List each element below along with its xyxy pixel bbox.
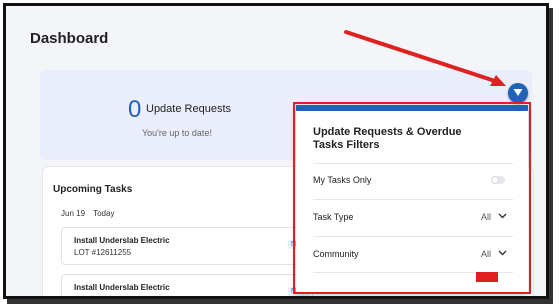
panel-accent-bar	[296, 105, 528, 111]
task-type-value: All	[480, 212, 491, 222]
task-type-label: Task Type	[313, 212, 354, 222]
chevron-down-icon	[498, 250, 507, 256]
screenshot-frame: Dashboard 0 Update Requests You're up to…	[3, 3, 549, 299]
divider	[313, 199, 513, 200]
task-lot: LOT #12611255	[74, 248, 132, 257]
task-row[interactable]: Install Underslab Electric Need	[61, 274, 313, 296]
annotation-mark	[476, 272, 498, 282]
my-tasks-only-label: My Tasks Only	[313, 175, 372, 185]
filter-icon	[513, 89, 523, 96]
update-requests-status: You're up to date!	[142, 128, 212, 138]
task-name: Install Underslab Electric	[74, 283, 170, 292]
filter-button[interactable]	[508, 83, 528, 103]
community-filter[interactable]: Community All	[313, 245, 513, 265]
my-tasks-only-toggle[interactable]	[491, 176, 505, 184]
task-name: Install Underslab Electric	[74, 236, 170, 245]
filters-panel-title: Update Requests & Overdue Tasks Filters	[313, 126, 462, 151]
chevron-down-icon	[498, 213, 507, 219]
community-label: Community	[313, 249, 359, 259]
filters-panel: Update Requests & Overdue Tasks Filters …	[296, 105, 528, 294]
my-tasks-only-toggle-row[interactable]: My Tasks Only	[313, 171, 513, 191]
upcoming-tasks-title: Upcoming Tasks	[53, 184, 133, 195]
update-requests-label: Update Requests	[146, 103, 231, 115]
toggle-knob	[492, 177, 498, 183]
divider	[313, 236, 513, 237]
page-title: Dashboard	[30, 30, 109, 47]
task-row[interactable]: Install Underslab Electric LOT #12611255…	[61, 227, 313, 265]
task-date-row: Jun 19 Today	[61, 209, 120, 218]
community-value: All	[480, 249, 491, 259]
task-date: Jun 19	[61, 209, 86, 218]
update-requests-count: 0	[128, 96, 142, 123]
today-label: Today	[93, 209, 115, 218]
task-type-filter[interactable]: Task Type All	[313, 208, 513, 228]
divider	[313, 163, 513, 164]
